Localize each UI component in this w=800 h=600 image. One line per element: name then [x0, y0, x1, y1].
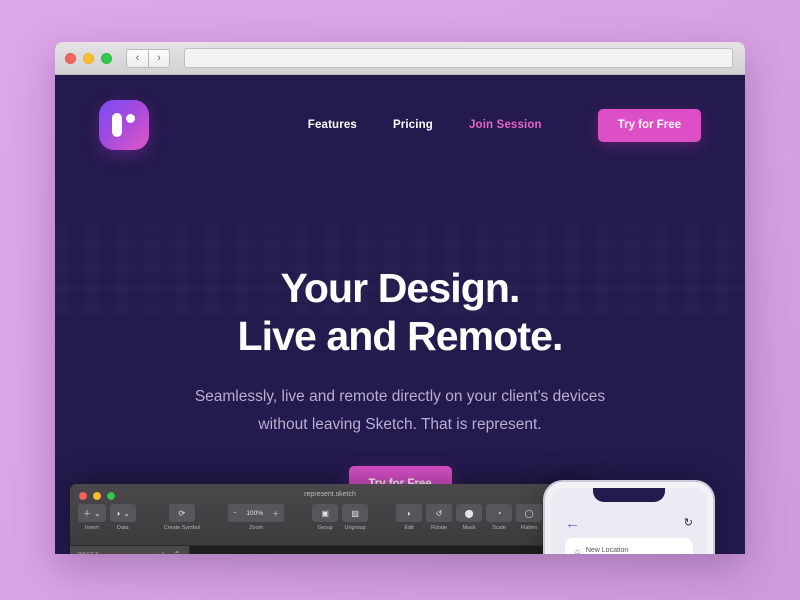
ungroup-icon: ▨ [351, 508, 359, 518]
flatten-icon: ◯ [524, 508, 534, 518]
mask-label: Mask [462, 525, 476, 531]
toolbar-tool-edit[interactable]: ◗ Edit [396, 504, 423, 531]
zoom-out-icon[interactable]: − [233, 510, 237, 517]
chevron-down-icon: ⌄ [123, 508, 130, 518]
group-icon: ▣ [321, 508, 329, 518]
phone-content-card[interactable]: ⌂ New Location [565, 538, 693, 554]
scale-icon: ◔ [496, 508, 502, 518]
toolbar-group-symbol: ⟳ Create Symbol [164, 504, 200, 531]
pages-panel-actions: ＋ ⌃ [159, 550, 181, 555]
logo-dot-shape [126, 114, 135, 123]
phone-notch [593, 488, 665, 502]
hero-title-line-2: Live and Remote. [237, 312, 563, 359]
browser-chrome: ‹ › [55, 42, 745, 75]
sketch-filename: represent.sketch [304, 491, 356, 498]
sketch-pages-sidebar[interactable]: PAGES ＋ ⌃ [70, 546, 190, 554]
rotate-label: Rotate [430, 525, 448, 531]
edit-button[interactable]: ◗ [396, 504, 423, 522]
sketch-app-mockup: represent.sketch ＋ ⌄ Insert ◑ ⌄ Data ⟳ C… [70, 484, 590, 554]
phone-screen: ← ↻ ⌂ New Location [551, 488, 707, 554]
ungroup-label: Ungroup [344, 525, 366, 531]
zoom-level-value: 100% [246, 509, 264, 517]
site-header: Features Pricing Join Session Try for Fr… [55, 75, 745, 175]
nav-item-features[interactable]: Features [308, 119, 357, 131]
add-page-icon[interactable]: ＋ [159, 550, 168, 555]
toolbar-tool-zoom[interactable]: − 100% ＋ Zoom [228, 504, 285, 531]
close-window-button[interactable] [65, 52, 76, 64]
create-symbol-label: Create Symbol [163, 525, 201, 531]
toolbar-tool-ungroup[interactable]: ▨ Ungroup [342, 504, 369, 531]
zoom-in-icon[interactable]: ＋ [273, 508, 280, 518]
ungroup-button[interactable]: ▨ [342, 504, 369, 522]
rotate-button[interactable]: ↺ [426, 504, 453, 522]
toolbar-group-insert: ＋ ⌄ Insert ◑ ⌄ Data [78, 504, 136, 531]
hero-title-line-1: Your Design. [280, 265, 520, 311]
location-pin-icon: ⌂ [575, 547, 580, 554]
traffic-lights [65, 52, 112, 64]
web-page: Features Pricing Join Session Try for Fr… [55, 75, 745, 554]
address-bar[interactable] [184, 48, 733, 68]
maximize-window-button[interactable] [101, 52, 112, 64]
pages-panel-title: PAGES [78, 552, 100, 554]
toolbar-group-grouping: ▣ Group ▨ Ungroup [312, 504, 369, 531]
insert-label: Insert [84, 525, 99, 531]
toolbar-tool-group[interactable]: ▣ Group [312, 504, 339, 531]
create-symbol-icon: ⟳ [178, 508, 186, 518]
data-button[interactable]: ◑ ⌄ [109, 504, 136, 522]
collapse-pages-icon[interactable]: ⌃ [174, 550, 181, 555]
toolbar-group-zoom: − 100% ＋ Zoom [228, 504, 285, 531]
hero-subtitle: Seamlessly, live and remote directly on … [55, 383, 745, 439]
toolbar-group-editing: ◗ Edit ↺ Rotate ⬤ Mask ◔ Scale ◯ Flatten [396, 504, 543, 531]
browser-nav-arrows: ‹ › [126, 48, 170, 68]
edit-icon: ◗ [406, 508, 412, 518]
toolbar-tool-insert[interactable]: ＋ ⌄ Insert [78, 504, 106, 531]
sketch-titlebar: represent.sketch ＋ ⌄ Insert ◑ ⌄ Data ⟳ C… [70, 484, 590, 546]
zoom-label: Zoom [249, 525, 264, 531]
logo-stem-shape [112, 113, 122, 137]
sketch-toolbar: ＋ ⌄ Insert ◑ ⌄ Data ⟳ Create Symbol − 10… [70, 504, 590, 531]
browser-window: ‹ › Features Pricing Join Session Try fo… [55, 42, 745, 554]
mask-button[interactable]: ⬤ [456, 504, 483, 522]
hero-section: Your Design. Live and Remote. Seamlessly… [55, 265, 745, 502]
chevron-down-icon: ⌄ [94, 508, 101, 518]
rotate-icon: ↺ [435, 508, 443, 518]
mask-icon: ⬤ [464, 508, 474, 518]
plus-icon: ＋ [83, 508, 91, 518]
edit-label: Edit [404, 525, 414, 531]
main-navigation: Features Pricing Join Session Try for Fr… [308, 108, 701, 142]
toolbar-tool-rotate[interactable]: ↺ Rotate [426, 504, 453, 531]
zoom-control[interactable]: − 100% ＋ [228, 504, 285, 522]
toolbar-tool-data[interactable]: ◑ ⌄ Data [109, 504, 136, 531]
sketch-canvas[interactable] [190, 546, 590, 554]
nav-item-join-session[interactable]: Join Session [469, 119, 542, 131]
forward-button[interactable]: › [148, 48, 170, 68]
nav-item-pricing[interactable]: Pricing [393, 119, 433, 131]
hero-subtitle-line-1: Seamlessly, live and remote directly on … [194, 387, 606, 405]
toolbar-tool-scale[interactable]: ◔ Scale [486, 504, 513, 531]
phone-navbar: ← ↻ [551, 510, 707, 536]
scale-label: Scale [492, 525, 506, 531]
represent-logo-icon[interactable] [99, 100, 149, 150]
refresh-icon[interactable]: ↻ [684, 517, 693, 529]
hero-title: Your Design. Live and Remote. [55, 265, 745, 361]
group-label: Group [317, 525, 333, 531]
toolbar-tool-create-symbol[interactable]: ⟳ Create Symbol [164, 504, 200, 531]
insert-button[interactable]: ＋ ⌄ [78, 504, 106, 522]
group-button[interactable]: ▣ [312, 504, 339, 522]
toolbar-tool-flatten[interactable]: ◯ Flatten [516, 504, 543, 531]
minimize-window-button[interactable] [83, 52, 94, 64]
header-try-for-free-button[interactable]: Try for Free [597, 108, 701, 142]
back-arrow-icon[interactable]: ← [565, 516, 580, 531]
data-icon: ◑ [115, 508, 121, 518]
phone-card-label: New Location [585, 547, 629, 554]
hero-subtitle-line-2: without leaving Sketch. That is represen… [258, 416, 542, 434]
flatten-button[interactable]: ◯ [516, 504, 543, 522]
toolbar-tool-mask[interactable]: ⬤ Mask [456, 504, 483, 531]
create-symbol-button[interactable]: ⟳ [168, 504, 195, 522]
phone-mockup: ← ↻ ⌂ New Location [543, 480, 715, 554]
data-label: Data [116, 525, 129, 531]
flatten-label: Flatten [520, 525, 538, 531]
back-button[interactable]: ‹ [126, 48, 148, 68]
scale-button[interactable]: ◔ [486, 504, 513, 522]
